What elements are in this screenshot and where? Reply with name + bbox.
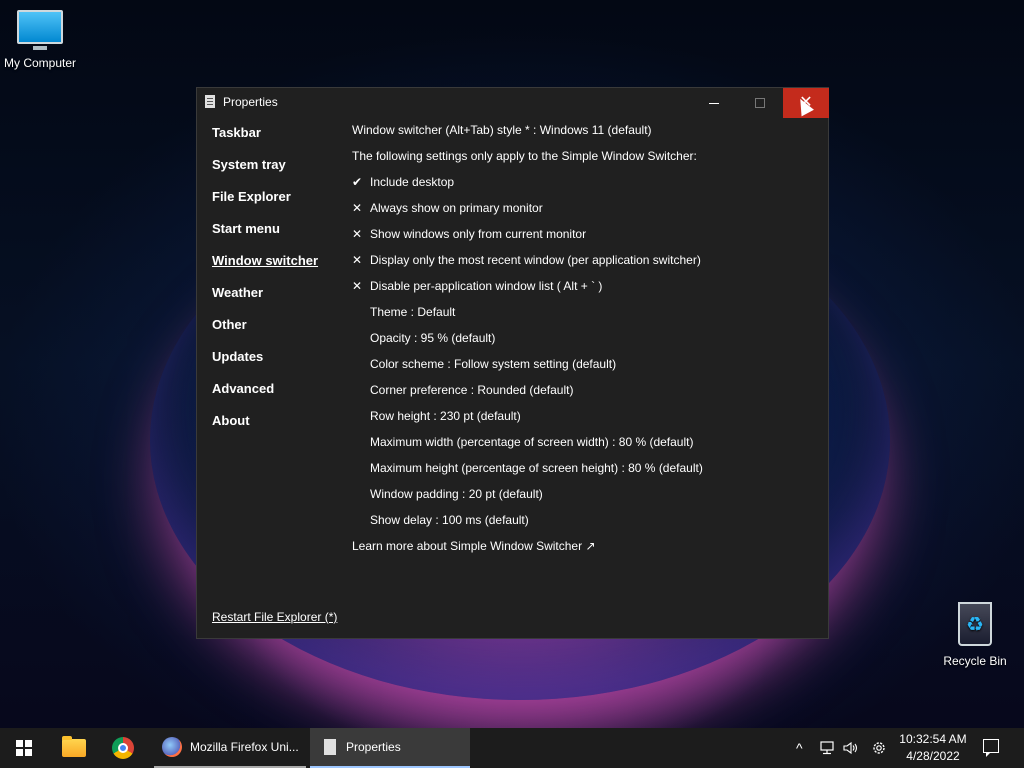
- desktop-icon-label: Recycle Bin: [943, 654, 1007, 668]
- desktop-icon-label: My Computer: [3, 56, 77, 70]
- window-title: Properties: [223, 95, 278, 109]
- sidebar-item-weather[interactable]: Weather: [212, 284, 318, 316]
- cross-icon: ✕: [352, 279, 363, 293]
- taskbar-item-label: Mozilla Firefox Uni...: [190, 740, 299, 754]
- notification-center-icon[interactable]: [983, 739, 999, 757]
- cross-icon: ✕: [352, 227, 363, 241]
- sidebar-item-about[interactable]: About: [212, 412, 318, 444]
- option-label: Include desktop: [370, 175, 455, 189]
- start-button[interactable]: [16, 740, 32, 756]
- windows-logo-icon: [16, 740, 23, 747]
- setting-window-padding[interactable]: Window padding : 20 pt (default): [352, 486, 703, 512]
- setting-corner-preference[interactable]: Corner preference : Rounded (default): [352, 382, 703, 408]
- switcher-style-dropdown[interactable]: Window switcher (Alt+Tab) style * : Wind…: [352, 122, 703, 148]
- file-explorer-pinned[interactable]: [62, 728, 86, 768]
- option-disable-per-app-list[interactable]: ✕ Disable per-application window list ( A…: [352, 278, 703, 304]
- sidebar-nav: Taskbar System tray File Explorer Start …: [212, 124, 318, 444]
- computer-icon: [17, 10, 63, 50]
- restart-file-explorer-link[interactable]: Restart File Explorer (*): [212, 610, 337, 624]
- setting-color-scheme[interactable]: Color scheme : Follow system setting (de…: [352, 356, 703, 382]
- sidebar-item-updates[interactable]: Updates: [212, 348, 318, 380]
- sidebar-item-system-tray[interactable]: System tray: [212, 156, 318, 188]
- cross-icon: ✕: [352, 201, 363, 215]
- sidebar-item-taskbar[interactable]: Taskbar: [212, 124, 318, 156]
- option-label: Show windows only from current monitor: [370, 227, 587, 241]
- gear-icon: [873, 742, 885, 754]
- settings-note: The following settings only apply to the…: [352, 149, 697, 163]
- settings-panel: Window switcher (Alt+Tab) style * : Wind…: [352, 122, 703, 564]
- network-tray-button[interactable]: [819, 728, 835, 768]
- setting-opacity[interactable]: Opacity : 95 % (default): [352, 330, 703, 356]
- desktop-icon-recycle-bin[interactable]: ♻ Recycle Bin: [935, 600, 1015, 668]
- maximize-button[interactable]: [737, 88, 783, 118]
- taskbar: Mozilla Firefox Uni... Properties ^ 10:3…: [0, 728, 1024, 768]
- minimize-icon: [709, 102, 719, 104]
- sidebar-item-window-switcher[interactable]: Window switcher: [212, 252, 318, 284]
- folder-icon: [62, 736, 86, 757]
- chrome-icon: [112, 737, 134, 759]
- properties-window: Properties ✕ Taskbar System tray File Ex…: [196, 87, 829, 639]
- taskbar-item-firefox[interactable]: Mozilla Firefox Uni...: [154, 728, 306, 768]
- speaker-icon: [843, 741, 858, 755]
- windows-logo-icon: [25, 740, 32, 747]
- option-label: Display only the most recent window (per…: [370, 253, 701, 267]
- firefox-installer-icon: [162, 737, 182, 757]
- setting-show-delay[interactable]: Show delay : 100 ms (default): [352, 512, 703, 538]
- windows-logo-icon: [16, 749, 23, 756]
- option-current-monitor[interactable]: ✕ Show windows only from current monitor: [352, 226, 703, 252]
- setting-maximum-width[interactable]: Maximum width (percentage of screen widt…: [352, 434, 703, 460]
- desktop-icon-my-computer[interactable]: My Computer: [0, 0, 80, 70]
- volume-tray-button[interactable]: [843, 728, 859, 768]
- cross-icon: ✕: [352, 253, 363, 267]
- check-icon: ✔: [352, 175, 363, 189]
- clock-date: 4/28/2022: [906, 749, 960, 763]
- network-icon: [820, 741, 834, 755]
- tray-overflow-button[interactable]: ^: [796, 728, 803, 768]
- chrome-pinned[interactable]: [112, 728, 134, 768]
- taskbar-item-label: Properties: [346, 740, 401, 754]
- clock-time: 10:32:54 AM: [899, 732, 967, 746]
- windows-logo-icon: [25, 749, 32, 756]
- sidebar-item-other[interactable]: Other: [212, 316, 318, 348]
- minimize-button[interactable]: [691, 88, 737, 118]
- option-include-desktop[interactable]: ✔ Include desktop: [352, 174, 703, 200]
- taskbar-item-properties[interactable]: Properties: [310, 728, 470, 768]
- chevron-up-icon: ^: [796, 740, 803, 756]
- sidebar-item-start-menu[interactable]: Start menu: [212, 220, 318, 252]
- option-primary-monitor[interactable]: ✕ Always show on primary monitor: [352, 200, 703, 226]
- option-most-recent-window[interactable]: ✕ Display only the most recent window (pe…: [352, 252, 703, 278]
- recycle-bin-icon: ♻: [958, 602, 992, 646]
- maximize-icon: [755, 98, 765, 108]
- settings-tray-button[interactable]: [870, 728, 888, 768]
- properties-app-icon: [205, 95, 215, 108]
- clock[interactable]: 10:32:54 AM 4/28/2022: [895, 731, 971, 765]
- properties-app-icon: [324, 739, 336, 755]
- setting-row-height[interactable]: Row height : 230 pt (default): [352, 408, 703, 434]
- option-label: Disable per-application window list ( Al…: [370, 279, 603, 293]
- titlebar[interactable]: Properties ✕: [197, 88, 829, 118]
- option-label: Always show on primary monitor: [370, 201, 543, 215]
- sidebar-item-file-explorer[interactable]: File Explorer: [212, 188, 318, 220]
- setting-theme[interactable]: Theme : Default: [352, 304, 703, 330]
- sidebar-item-advanced[interactable]: Advanced: [212, 380, 318, 412]
- learn-more-link[interactable]: Learn more about Simple Window Switcher …: [352, 538, 703, 564]
- setting-maximum-height[interactable]: Maximum height (percentage of screen hei…: [352, 460, 703, 486]
